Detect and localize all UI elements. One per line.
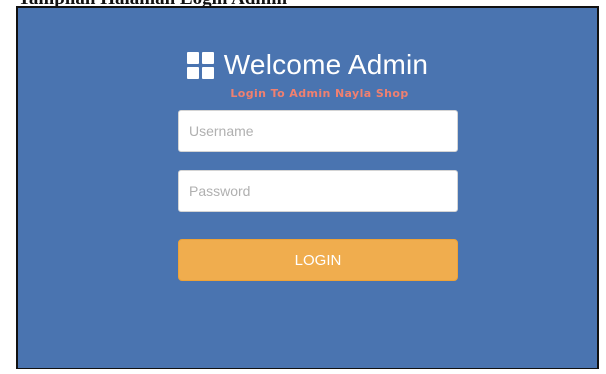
login-button-label: LOGIN <box>294 251 342 269</box>
login-panel: Welcome Admin Login To Admin Nayla Shop … <box>16 6 599 369</box>
windows-grid-icon <box>186 51 214 79</box>
username-input[interactable] <box>178 110 458 152</box>
login-button[interactable]: LOGIN <box>178 239 458 281</box>
login-subtitle: Login To Admin Nayla Shop <box>230 87 409 100</box>
page-title: Welcome Admin <box>223 49 429 80</box>
password-input[interactable] <box>178 170 458 212</box>
login-heading: Welcome Admin <box>18 48 597 82</box>
